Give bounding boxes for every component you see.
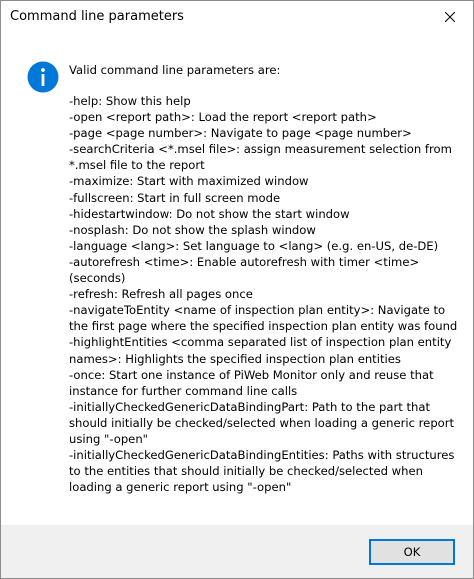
ok-button[interactable]: OK bbox=[369, 539, 455, 565]
parameter-item: -maximize: Start with maximized window bbox=[69, 174, 309, 189]
message-area: Valid command line parameters are: -help… bbox=[1, 37, 473, 527]
parameter-item: -language <lang>: Set language to <lang>… bbox=[69, 238, 439, 253]
parameter-item: -nosplash: Do not show the splash window bbox=[69, 222, 316, 237]
parameter-item: -initiallyCheckedGenericDataBindingPart:… bbox=[69, 399, 455, 446]
title-bar: Command line parameters bbox=[1, 1, 473, 37]
dialog-title: Command line parameters bbox=[10, 9, 184, 24]
dialog-window: Command line parameters Valid command li… bbox=[0, 0, 474, 579]
parameter-item: -help: Show this help bbox=[69, 94, 191, 108]
parameter-item: -navigateToEntity <name of inspection pl… bbox=[69, 303, 458, 334]
parameter-item: -fullscreen: Start in full screen mode bbox=[69, 190, 281, 205]
parameter-item: -initiallyCheckedGenericDataBindingEntit… bbox=[69, 448, 455, 495]
button-bar: OK bbox=[1, 525, 473, 578]
parameter-item: -autorefresh <time>: Enable autorefresh … bbox=[69, 254, 420, 286]
parameter-item: -highlightEntities <comma separated list… bbox=[69, 335, 452, 366]
parameter-item: -once: Start one instance of PiWeb Monit… bbox=[69, 367, 434, 398]
message-heading: Valid command line parameters are: bbox=[69, 63, 281, 77]
parameter-item: -open <report path>: Load the report <re… bbox=[69, 110, 377, 125]
close-icon bbox=[445, 12, 455, 22]
close-button[interactable] bbox=[427, 1, 473, 33]
parameter-item: -hidestartwindow: Do not show the start … bbox=[69, 206, 350, 221]
parameter-item: -refresh: Refresh all pages once bbox=[69, 287, 253, 302]
parameter-item: -searchCriteria <*.msel file>: assign me… bbox=[69, 142, 452, 173]
parameter-item: -page <page number>: Navigate to page <p… bbox=[69, 126, 412, 141]
parameter-list: -help: Show this help -open <report path>… bbox=[69, 93, 461, 495]
info-icon bbox=[27, 61, 59, 93]
